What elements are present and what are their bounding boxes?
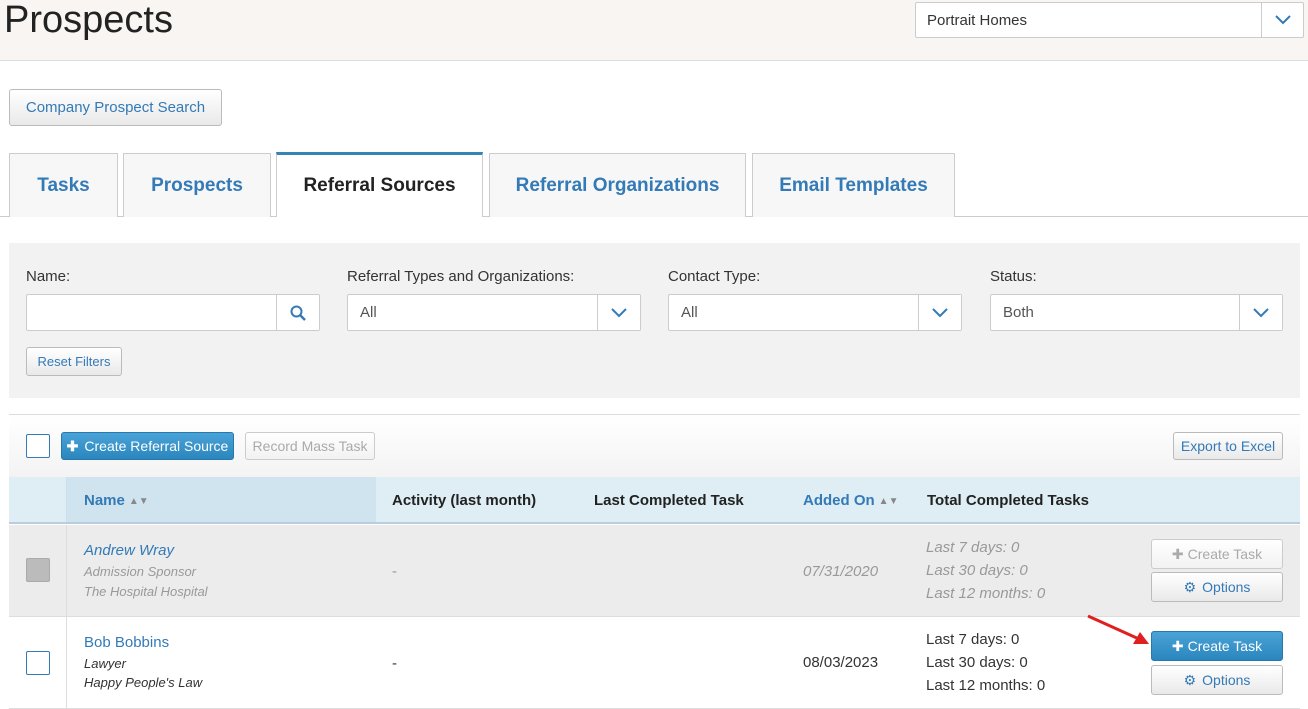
added-on-value: 08/03/2023	[803, 654, 879, 671]
name-filter-field[interactable]	[26, 294, 320, 331]
contact-type-value: All	[681, 304, 698, 321]
page-title: Prospects	[4, 0, 173, 41]
options-button[interactable]: ⚙ Options	[1151, 665, 1283, 695]
column-header-name[interactable]: Name ▲▼	[84, 492, 149, 509]
select-all-checkbox[interactable]	[26, 434, 50, 458]
header-check-column	[9, 477, 67, 522]
last-7-days-stat: Last 7 days: 0	[926, 539, 1020, 556]
row-checkbox[interactable]	[26, 558, 50, 582]
chevron-down-icon[interactable]	[918, 295, 961, 330]
referral-types-value: All	[360, 304, 377, 321]
referral-source-name[interactable]: Andrew Wray	[84, 542, 174, 559]
status-select[interactable]: Both	[990, 294, 1283, 331]
referral-types-label: Referral Types and Organizations:	[347, 268, 575, 285]
last-7-days-stat: Last 7 days: 0	[926, 631, 1020, 648]
gear-icon: ⚙	[1183, 578, 1197, 595]
chevron-down-icon[interactable]	[1261, 3, 1303, 37]
referral-source-org: The Hospital Hospital	[84, 584, 208, 599]
create-referral-source-label: Create Referral Source	[84, 438, 229, 454]
added-on-value: 07/31/2020	[803, 563, 879, 580]
referral-source-org: Happy People's Law	[84, 675, 203, 690]
last-30-days-stat: Last 30 days: 0	[926, 562, 1028, 579]
referral-source-name[interactable]: Bob Bobbins	[84, 634, 169, 651]
column-header-added-on-label: Added On	[803, 492, 875, 509]
referral-source-type: Lawyer	[84, 656, 126, 671]
tab-referral-organizations[interactable]: Referral Organizations	[489, 153, 746, 217]
sort-icon: ▲▼	[878, 496, 899, 507]
column-header-added-on[interactable]: Added On ▲▼	[803, 492, 898, 509]
sort-icon: ▲▼	[128, 496, 149, 507]
create-task-button[interactable]: ✚ Create Task	[1151, 631, 1283, 661]
tab-email-templates[interactable]: Email Templates	[752, 153, 955, 217]
tab-referral-sources[interactable]: Referral Sources	[276, 152, 483, 217]
column-header-last-completed-task: Last Completed Task	[594, 492, 744, 509]
column-header-activity: Activity (last month)	[392, 492, 537, 509]
company-select[interactable]: Portrait Homes	[915, 2, 1304, 38]
column-header-name-label: Name	[84, 492, 125, 509]
last-12-months-stat: Last 12 months: 0	[926, 677, 1046, 694]
last-30-days-stat: Last 30 days: 0	[926, 654, 1028, 671]
create-task-button[interactable]: ✚ Create Task	[1151, 539, 1283, 569]
table-row: Andrew Wray Admission Sponsor The Hospit…	[9, 525, 1300, 617]
chevron-down-icon[interactable]	[1239, 295, 1282, 330]
page-header: Prospects Portrait Homes	[0, 0, 1308, 61]
contact-type-select[interactable]: All	[668, 294, 962, 331]
status-value: Both	[1003, 304, 1034, 321]
plus-icon: ✚	[1171, 637, 1184, 654]
tab-prospects[interactable]: Prospects	[123, 153, 271, 217]
search-icon[interactable]	[276, 295, 319, 330]
status-label: Status:	[990, 268, 1037, 285]
activity-value: -	[392, 563, 397, 580]
tab-tasks[interactable]: Tasks	[9, 153, 118, 217]
plus-icon: ✚	[66, 437, 79, 454]
column-header-total-completed-tasks: Total Completed Tasks	[927, 492, 1089, 509]
create-referral-source-button[interactable]: ✚ Create Referral Source	[61, 432, 234, 460]
activity-value: -	[392, 655, 397, 672]
referral-types-select[interactable]: All	[347, 294, 641, 331]
referral-source-type: Admission Sponsor	[84, 564, 196, 579]
name-filter-label: Name:	[26, 268, 71, 285]
chevron-down-icon[interactable]	[597, 295, 640, 330]
company-prospect-search-button[interactable]: Company Prospect Search	[9, 89, 222, 126]
company-select-value: Portrait Homes	[927, 12, 1028, 29]
contact-type-label: Contact Type:	[668, 268, 761, 285]
create-task-label: Create Task	[1187, 638, 1263, 654]
row-checkbox[interactable]	[26, 651, 50, 675]
create-task-label: Create Task	[1187, 546, 1263, 562]
reset-filters-button[interactable]: Reset Filters	[26, 347, 122, 376]
export-to-excel-button[interactable]: Export to Excel	[1173, 432, 1283, 460]
gear-icon: ⚙	[1183, 671, 1197, 688]
plus-icon: ✚	[1171, 545, 1184, 562]
options-button[interactable]: ⚙ Options	[1151, 572, 1283, 602]
annotation-arrow-icon	[1087, 614, 1149, 644]
options-label: Options	[1202, 579, 1251, 595]
record-mass-task-button[interactable]: Record Mass Task	[245, 432, 375, 460]
last-12-months-stat: Last 12 months: 0	[926, 585, 1046, 602]
options-label: Options	[1202, 672, 1251, 688]
table-header: Name ▲▼ Activity (last month) Last Comple…	[9, 477, 1300, 524]
